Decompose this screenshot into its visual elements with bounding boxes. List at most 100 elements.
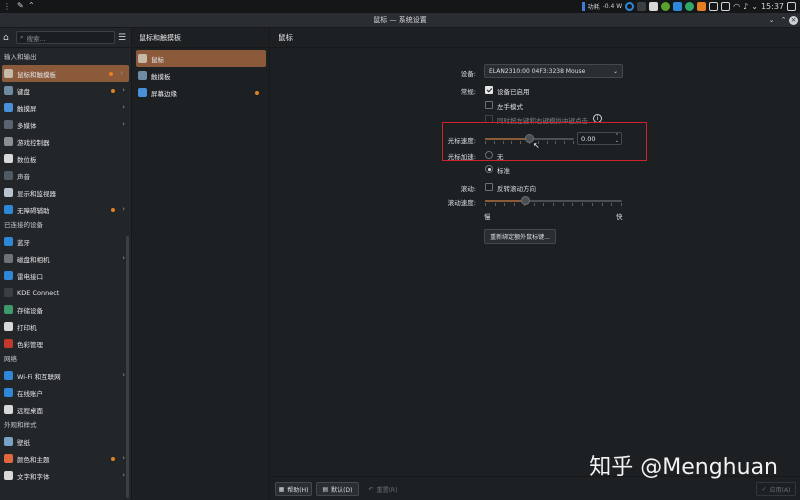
slider-tick xyxy=(563,203,564,206)
green-app-icon[interactable] xyxy=(661,2,671,11)
slider-tick xyxy=(553,203,554,206)
sidebar-item[interactable]: Wi-Fi 和互联网 › xyxy=(0,367,131,384)
scroll-slider-ticks xyxy=(485,203,622,207)
sidebar-section-title: 网络 xyxy=(4,355,17,363)
tray-app-icon[interactable] xyxy=(637,2,647,11)
clock[interactable]: 15:37 xyxy=(761,2,784,11)
sidebar-item-label: 触摸屏 xyxy=(17,104,37,113)
rebind-buttons-button[interactable]: 重新绑定额外鼠标键... xyxy=(484,229,556,244)
sidebar-item[interactable]: 游戏控制器 xyxy=(0,133,131,150)
speed-spinbox[interactable]: 0.00 ⌃ ⌄ xyxy=(577,132,622,145)
subpanel-item[interactable]: 触摸板 xyxy=(133,67,269,84)
page-title: 鼠标 xyxy=(271,28,800,48)
sidebar-item[interactable]: 雷电接口 xyxy=(0,267,131,284)
scroll-speed-label: 滚动速度: xyxy=(447,199,476,207)
expand-tray-icon[interactable]: ⌄ xyxy=(751,2,758,11)
close-icon[interactable]: × xyxy=(789,16,798,25)
scroll-slider-handle[interactable] xyxy=(521,196,530,205)
scroll-fast-label: 快 xyxy=(616,213,623,221)
notification-app-icon[interactable] xyxy=(697,2,707,11)
maximize-icon[interactable]: ⌃ xyxy=(779,16,788,25)
sidebar-item[interactable]: 蓝牙 xyxy=(0,233,131,250)
sidebar-item-label: 数位板 xyxy=(17,155,37,164)
device-enabled-label: 设备已启用 xyxy=(497,88,530,96)
accel-standard-label: 标准 xyxy=(497,167,510,175)
reset-button[interactable]: ↶ 重置(R) xyxy=(363,482,403,496)
show-desktop-icon[interactable] xyxy=(787,2,796,11)
sidebar-item[interactable]: 显示和监视器 xyxy=(0,184,131,201)
sidebar-item[interactable]: 无障碍辅助 › xyxy=(0,201,131,218)
search-input[interactable]: ⌕ 搜索... xyxy=(16,31,115,44)
wallpaper-icon xyxy=(4,437,13,446)
update-icon[interactable] xyxy=(685,2,695,11)
device-enabled-checkbox[interactable] xyxy=(485,86,493,94)
left-handed-checkbox[interactable] xyxy=(485,101,493,109)
invert-scroll-checkbox[interactable] xyxy=(485,183,493,191)
cloud-icon[interactable] xyxy=(673,2,683,11)
sidebar-item[interactable]: 壁纸 xyxy=(0,433,131,450)
defaults-button[interactable]: ▤ 默认(D) xyxy=(316,482,359,496)
apply-button[interactable]: ✓ 应用(A) xyxy=(756,482,796,496)
devices-icon[interactable] xyxy=(721,2,731,11)
sidebar-item[interactable]: 色彩管理 xyxy=(0,335,131,352)
general-label: 常规: xyxy=(460,88,476,96)
accel-standard-radio[interactable] xyxy=(485,165,493,173)
slider-tick xyxy=(611,203,612,206)
chevron-right-icon: › xyxy=(122,471,125,479)
reset-label: 重置(R) xyxy=(376,486,398,494)
sidebar-item[interactable]: KDE Connect xyxy=(0,284,131,301)
sidebar-item[interactable]: 数位板 xyxy=(0,150,131,167)
app-launcher-icon[interactable]: ⋮ xyxy=(3,2,12,11)
spin-down-icon[interactable]: ⌄ xyxy=(615,138,619,144)
sidebar-item-label: 多媒体 xyxy=(17,121,37,130)
help-label: 帮助(H) xyxy=(287,486,309,494)
sidebar-item[interactable]: 文字和字体 › xyxy=(0,467,131,484)
device-label: 设备: xyxy=(460,70,476,78)
sidebar-item[interactable]: 多媒体 › xyxy=(0,116,131,133)
sidebar-item-label: 显示和监视器 xyxy=(17,189,56,198)
slider-tick xyxy=(602,203,603,206)
minimize-icon[interactable]: ⌄ xyxy=(767,16,776,25)
chevron-up-icon[interactable]: ⌃ xyxy=(28,1,35,10)
sidebar-item[interactable]: 在线账户 xyxy=(0,384,131,401)
sidebar-item[interactable]: 鼠标和触摸板 › xyxy=(2,65,129,82)
sidebar-item[interactable]: 打印机 xyxy=(0,318,131,335)
search-placeholder: 搜索... xyxy=(26,34,46,43)
speed-slider-track[interactable] xyxy=(485,134,574,144)
circle-app-icon[interactable] xyxy=(625,2,635,11)
home-icon[interactable]: ⌂ xyxy=(3,33,13,43)
chevron-right-icon: › xyxy=(120,69,123,77)
apply-icon: ✓ xyxy=(761,485,767,493)
sidebar-item[interactable]: 存储设备 xyxy=(0,301,131,318)
wifi-tray-icon[interactable]: ◠ xyxy=(733,2,740,11)
volume-icon[interactable]: ♪ xyxy=(743,2,748,11)
clipboard-icon[interactable] xyxy=(649,2,659,11)
speaker-icon xyxy=(4,171,13,180)
system-tray: 功耗 -0.4 W ◠ ♪ ⌄ 15:37 xyxy=(581,0,796,13)
device-select-value: ELAN2310:00 04F3:3238 Mouse xyxy=(489,67,586,75)
sidebar-item-label: 在线账户 xyxy=(17,389,43,398)
sidebar-item[interactable]: 键盘 › xyxy=(0,82,131,99)
device-select[interactable]: ELAN2310:00 04F3:3238 Mouse ⌄ xyxy=(484,64,623,78)
sidebar-item[interactable]: 声音 xyxy=(0,167,131,184)
touchpad-icon xyxy=(138,71,147,80)
scroll-slider-track[interactable] xyxy=(485,196,622,206)
sidebar-item-label: 磁盘和相机 xyxy=(17,255,50,264)
mouse-pointer-icon: ↖ xyxy=(533,141,540,150)
sidebar-item[interactable]: 触摸屏 › xyxy=(0,99,131,116)
help-button[interactable]: ▦ 帮助(H) xyxy=(275,482,312,496)
battery-icon[interactable] xyxy=(709,2,719,11)
sidebar-item[interactable]: 颜色和主题 › xyxy=(0,450,131,467)
accel-none-radio[interactable] xyxy=(485,151,493,159)
chevron-right-icon: › xyxy=(122,120,125,128)
hamburger-menu-icon[interactable]: ☰ xyxy=(118,33,128,43)
bluetooth-icon xyxy=(4,237,13,246)
subpanel-list: 鼠标 触摸板 屏幕边缘 xyxy=(133,48,269,101)
subpanel-item[interactable]: 屏幕边缘 xyxy=(133,84,269,101)
subpanel-item[interactable]: 鼠标 xyxy=(136,50,266,67)
sidebar-item[interactable]: 远程桌面 xyxy=(0,401,131,418)
sidebar-item[interactable]: 磁盘和相机 › xyxy=(0,250,131,267)
slider-tick xyxy=(582,203,583,206)
pin-icon[interactable]: ✎ xyxy=(17,1,24,10)
sidebar-scrollbar[interactable] xyxy=(126,236,129,498)
